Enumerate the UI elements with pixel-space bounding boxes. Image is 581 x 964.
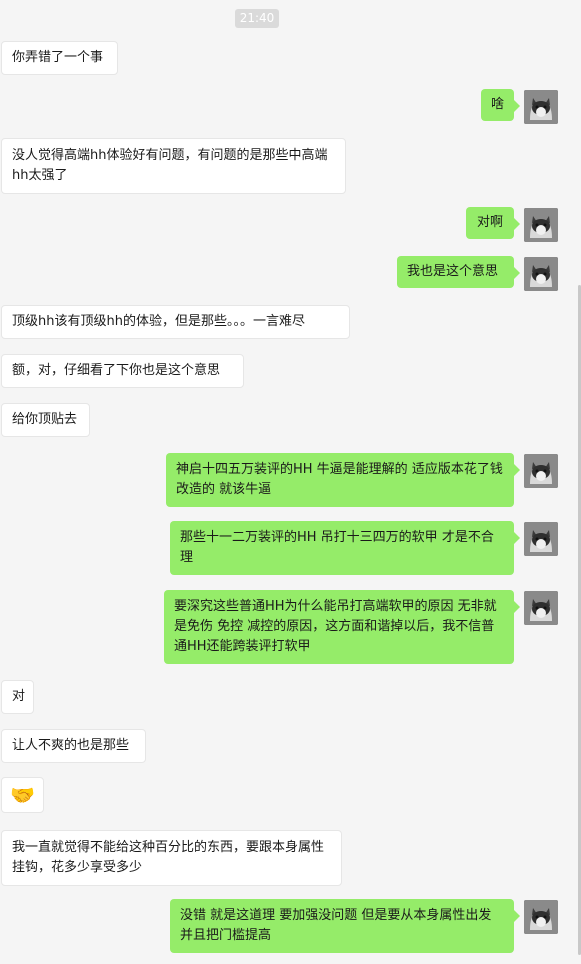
message-text: 没人觉得高端hh体验好有问题，有问题的是那些中高端hh太强了 xyxy=(12,148,328,183)
cat-avatar-icon xyxy=(524,454,558,488)
timestamp: 21:40 xyxy=(235,9,279,28)
message-text: 我也是这个意思 xyxy=(407,264,499,279)
message-bubble-incoming[interactable]: 对 xyxy=(1,680,34,714)
message-bubble-incoming[interactable]: 没人觉得高端hh体验好有问题，有问题的是那些中高端hh太强了 xyxy=(1,138,346,194)
message-bubble-outgoing[interactable]: 我也是这个意思 xyxy=(397,256,520,288)
message-text: 让人不爽的也是那些 xyxy=(12,738,130,753)
user-avatar[interactable] xyxy=(524,900,558,934)
message-bubble-incoming[interactable]: 额，对，仔细看了下你也是这个意思 xyxy=(1,354,244,388)
message-text: 啥 xyxy=(491,97,505,112)
message-text: 那些十一二万装评的HH 吊打十三四万的软甲 才是不合理 xyxy=(180,530,494,565)
chat-window: 21:40 你弄错了一个事 啥 没人觉得高端hh体验好有问题，有问题的是那些中高… xyxy=(0,0,581,964)
message-text: 给你顶贴去 xyxy=(12,412,78,427)
user-avatar[interactable] xyxy=(524,257,558,291)
user-avatar[interactable] xyxy=(524,90,558,124)
message-text: 我一直就觉得不能给这种百分比的东西，要跟本身属性挂钩，花多少享受多少 xyxy=(12,840,325,875)
cat-avatar-icon xyxy=(524,900,558,934)
message-bubble-incoming[interactable]: 我一直就觉得不能给这种百分比的东西，要跟本身属性挂钩，花多少享受多少 xyxy=(1,830,342,886)
cat-avatar-icon xyxy=(524,522,558,556)
cat-avatar-icon xyxy=(524,591,558,625)
message-bubble-incoming[interactable]: 给你顶贴去 xyxy=(1,403,90,437)
user-avatar[interactable] xyxy=(524,591,558,625)
user-avatar[interactable] xyxy=(524,454,558,488)
message-text: 额，对，仔细看了下你也是这个意思 xyxy=(12,363,221,378)
message-bubble-incoming[interactable]: 让人不爽的也是那些 xyxy=(1,729,146,763)
message-text: 对啊 xyxy=(476,215,503,230)
message-text: 神启十四五万装评的HH 牛逼是能理解的 适应版本花了钱改造的 就该牛逼 xyxy=(176,462,503,497)
message-bubble-outgoing[interactable]: 对啊 xyxy=(466,207,520,239)
message-bubble-outgoing[interactable]: 那些十一二万装评的HH 吊打十三四万的软甲 才是不合理 xyxy=(170,521,520,575)
message-bubble-incoming[interactable]: 顶级hh该有顶级hh的体验，但是那些。。。一言难尽 xyxy=(1,305,350,339)
message-bubble-outgoing[interactable]: 啥 xyxy=(481,89,520,121)
message-text: 没错 就是这道理 要加强没问题 但是要从本身属性出发并且把门槛提高 xyxy=(180,908,492,943)
message-bubble-incoming[interactable]: 🤝 xyxy=(1,777,44,813)
cat-avatar-icon xyxy=(524,257,558,291)
cat-avatar-icon xyxy=(524,90,558,124)
message-bubble-outgoing[interactable]: 要深究这些普通HH为什么能吊打高端软甲的原因 无非就是免伤 免控 减控的原因，这… xyxy=(164,590,520,664)
message-text: 你弄错了一个事 xyxy=(12,50,104,65)
message-text: 对 xyxy=(12,689,26,704)
message-bubble-outgoing[interactable]: 没错 就是这道理 要加强没问题 但是要从本身属性出发并且把门槛提高 xyxy=(170,899,520,953)
user-avatar[interactable] xyxy=(524,208,558,242)
cat-avatar-icon xyxy=(524,208,558,242)
user-avatar[interactable] xyxy=(524,522,558,556)
message-text: 顶级hh该有顶级hh的体验，但是那些。。。一言难尽 xyxy=(12,314,305,329)
message-text: 要深究这些普通HH为什么能吊打高端软甲的原因 无非就是免伤 免控 减控的原因，这… xyxy=(174,599,497,654)
message-bubble-incoming[interactable]: 你弄错了一个事 xyxy=(1,41,118,75)
handshake-icon: 🤝 xyxy=(10,783,35,807)
message-bubble-outgoing[interactable]: 神启十四五万装评的HH 牛逼是能理解的 适应版本花了钱改造的 就该牛逼 xyxy=(166,453,520,507)
